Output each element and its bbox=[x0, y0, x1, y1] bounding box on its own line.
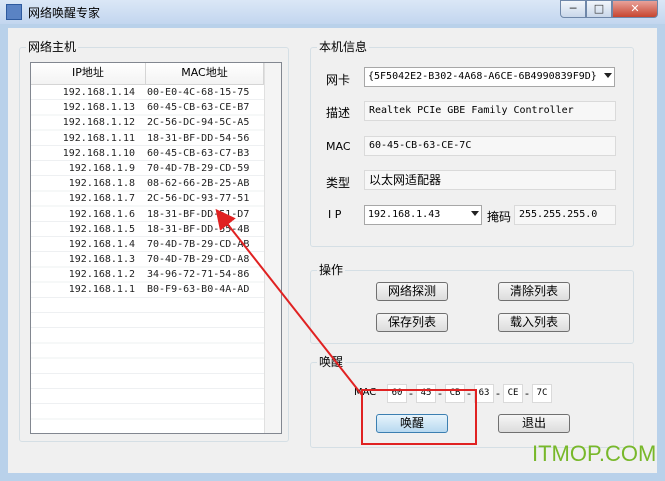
row-mac: 70-4D-7B-29-CD-A8 bbox=[147, 254, 250, 266]
local-info-label: 本机信息 bbox=[317, 39, 370, 55]
title-bar[interactable]: 网络唤醒专家 ─ □ ✕ bbox=[0, 0, 665, 24]
clear-list-button[interactable]: 清除列表 bbox=[498, 282, 570, 301]
save-list-button[interactable]: 保存列表 bbox=[376, 313, 448, 332]
row-ip: 192.168.1.12 bbox=[62, 117, 135, 129]
desc-field: Realtek PCIe GBE Family Controller bbox=[364, 101, 616, 121]
operations-group: 操作 bbox=[310, 262, 634, 344]
mask-label: 掩码 bbox=[487, 210, 512, 224]
row-ip: 192.168.1.5 bbox=[68, 223, 135, 235]
watermark: ITMOP.COM bbox=[532, 441, 657, 466]
row-mac: B0-F9-63-B0-4A-AD bbox=[147, 284, 250, 296]
table-row[interactable]: 192.168.1.9 70-4D-7B-29-CD-59 bbox=[31, 161, 265, 176]
row-mac: 60-45-CB-63-CE-B7 bbox=[147, 102, 250, 114]
table-row[interactable]: 192.168.1.12 2C-56-DC-94-5C-A5 bbox=[31, 115, 265, 130]
exit-button[interactable]: 退出 bbox=[498, 414, 570, 433]
row-mac: 00-E0-4C-68-15-75 bbox=[147, 87, 250, 98]
nic-select[interactable]: {5F5042E2-B302-4A68-A6CE-6B4990839F9D} bbox=[364, 67, 615, 87]
table-row[interactable]: 192.168.1.8 08-62-66-2B-25-AB bbox=[31, 176, 265, 191]
mac-octet-input[interactable]: 63 bbox=[474, 384, 494, 403]
mac-separator: - bbox=[525, 387, 529, 400]
list-scrollbar[interactable] bbox=[264, 63, 281, 433]
maximize-button[interactable]: □ bbox=[586, 0, 612, 18]
operations-label: 操作 bbox=[317, 262, 346, 278]
scan-network-button[interactable]: 网络探测 bbox=[376, 282, 448, 301]
ip-label: I P bbox=[328, 208, 342, 221]
column-mac[interactable]: MAC地址 bbox=[146, 63, 264, 84]
mac-label: MAC bbox=[326, 140, 351, 153]
wake-label: 唤醒 bbox=[317, 354, 346, 370]
chevron-down-icon bbox=[471, 211, 479, 216]
table-row[interactable]: 192.168.1.1 B0-F9-63-B0-4A-AD bbox=[31, 282, 265, 297]
hosts-group-label: 网络主机 bbox=[26, 39, 79, 55]
window-title: 网络唤醒专家 bbox=[28, 6, 101, 20]
row-mac: 2C-56-DC-93-77-51 bbox=[147, 193, 250, 205]
table-row[interactable]: 192.168.1.14 00-E0-4C-68-15-75 bbox=[31, 85, 265, 100]
row-ip: 192.168.1.13 bbox=[62, 102, 135, 114]
hosts-list[interactable]: IP地址 MAC地址 192.168.1.14 00-E0-4C-68-15-75… bbox=[30, 62, 282, 434]
type-label: 类型 bbox=[326, 176, 351, 190]
mac-separator: - bbox=[496, 387, 500, 400]
row-ip: 192.168.1.8 bbox=[68, 178, 135, 190]
mac-octet-input[interactable]: CE bbox=[503, 384, 523, 403]
row-mac: 18-31-BF-DD-51-D7 bbox=[147, 208, 250, 220]
close-button[interactable]: ✕ bbox=[612, 0, 658, 18]
table-row[interactable]: 192.168.1.7 2C-56-DC-93-77-51 bbox=[31, 191, 265, 206]
type-field: 以太网适配器 bbox=[364, 170, 616, 190]
minimize-button[interactable]: ─ bbox=[560, 0, 586, 18]
highlight-box bbox=[361, 389, 477, 445]
list-header: IP地址 MAC地址 bbox=[31, 63, 281, 85]
nic-label: 网卡 bbox=[326, 73, 351, 87]
column-ip[interactable]: IP地址 bbox=[31, 63, 146, 84]
row-mac: 34-96-72-71-54-86 bbox=[147, 269, 250, 281]
load-list-button[interactable]: 载入列表 bbox=[498, 313, 570, 332]
table-row[interactable]: 192.168.1.2 34-96-72-71-54-86 bbox=[31, 267, 265, 282]
row-mac: 60-45-CB-63-C7-B3 bbox=[147, 147, 250, 159]
row-mac: 70-4D-7B-29-CD-59 bbox=[147, 162, 250, 174]
row-mac: 18-31-BF-DD-54-56 bbox=[147, 132, 250, 144]
table-row[interactable]: 192.168.1.6 18-31-BF-DD-51-D7 bbox=[31, 207, 265, 222]
row-ip: 192.168.1.6 bbox=[68, 208, 135, 220]
list-rows: 192.168.1.14 00-E0-4C-68-15-75 192.168.1.1… bbox=[31, 85, 265, 298]
table-row[interactable]: 192.168.1.3 70-4D-7B-29-CD-A8 bbox=[31, 252, 265, 267]
row-ip: 192.168.1.10 bbox=[62, 147, 135, 159]
row-mac: 2C-56-DC-94-5C-A5 bbox=[147, 117, 250, 129]
table-row[interactable]: 192.168.1.11 18-31-BF-DD-54-56 bbox=[31, 131, 265, 146]
mac-octet-input[interactable]: 7C bbox=[532, 384, 552, 403]
table-row[interactable]: 192.168.1.13 60-45-CB-63-CE-B7 bbox=[31, 100, 265, 115]
row-mac: 18-31-BF-DD-55-4B bbox=[147, 223, 250, 235]
table-row[interactable]: 192.168.1.10 60-45-CB-63-C7-B3 bbox=[31, 146, 265, 161]
table-row[interactable]: 192.168.1.5 18-31-BF-DD-55-4B bbox=[31, 222, 265, 237]
mask-field: 255.255.255.0 bbox=[514, 205, 616, 225]
row-ip: 192.168.1.9 bbox=[68, 162, 135, 174]
row-ip: 192.168.1.1 bbox=[68, 284, 135, 296]
ip-value: 192.168.1.43 bbox=[368, 209, 441, 220]
row-ip: 192.168.1.3 bbox=[68, 254, 135, 266]
row-mac: 08-62-66-2B-25-AB bbox=[147, 178, 250, 190]
row-ip: 192.168.1.14 bbox=[62, 87, 135, 98]
chevron-down-icon bbox=[604, 73, 612, 78]
table-row[interactable]: 192.168.1.4 70-4D-7B-29-CD-AB bbox=[31, 237, 265, 252]
row-ip: 192.168.1.4 bbox=[68, 238, 135, 250]
row-ip: 192.168.1.2 bbox=[68, 269, 135, 281]
row-ip: 192.168.1.7 bbox=[68, 193, 135, 205]
desc-label: 描述 bbox=[326, 106, 351, 120]
app-icon bbox=[6, 4, 22, 20]
mac-field: 60-45-CB-63-CE-7C bbox=[364, 136, 616, 156]
row-ip: 192.168.1.11 bbox=[62, 132, 135, 144]
row-mac: 70-4D-7B-29-CD-AB bbox=[147, 238, 250, 250]
nic-value: {5F5042E2-B302-4A68-A6CE-6B4990839F9D} bbox=[368, 71, 597, 82]
ip-select[interactable]: 192.168.1.43 bbox=[364, 205, 482, 225]
